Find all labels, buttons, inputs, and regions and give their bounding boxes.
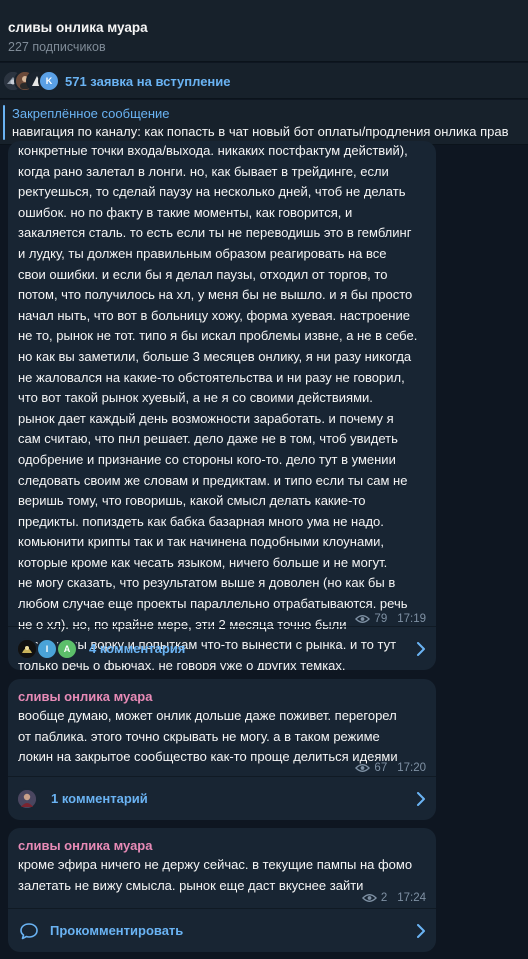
- post-meta: 67 17:20: [355, 762, 426, 774]
- comments-label: 4 комментария: [89, 641, 186, 656]
- channel-header[interactable]: сливы онлика муара 227 подписчиков: [0, 0, 528, 62]
- commenter-avatar: [16, 788, 38, 810]
- view-count: 2: [380, 892, 388, 904]
- views-icon: [355, 615, 371, 623]
- post-sender: сливы онлика муара: [18, 838, 153, 853]
- view-count: 67: [374, 762, 388, 774]
- comment-icon: [20, 923, 38, 940]
- leave-comment-button[interactable]: Прокомментировать: [8, 908, 436, 952]
- chevron-right-icon: [417, 792, 425, 806]
- join-requests-bar[interactable]: K 571 заявка на вступление: [0, 63, 528, 99]
- subscriber-count: 227 подписчиков: [8, 40, 106, 54]
- view-count: 79: [374, 613, 388, 625]
- comments-button[interactable]: 1 комментарий: [8, 776, 436, 820]
- chevron-right-icon: [417, 924, 425, 938]
- comments-label: Прокомментировать: [50, 923, 184, 938]
- post-text: кроме эфира ничего не держу сейчас. в те…: [18, 857, 413, 893]
- pinned-message[interactable]: Закреплённое сообщение навигация по кана…: [0, 100, 528, 145]
- avatar-letter: K: [38, 70, 60, 92]
- comments-label: 1 комментарий: [51, 791, 148, 806]
- post-text: вообще думаю, может онлик дольше даже по…: [18, 708, 398, 765]
- pinned-title: Закреплённое сообщение: [12, 106, 170, 121]
- comments-button[interactable]: I A 4 комментария: [8, 626, 436, 670]
- chevron-right-icon: [417, 642, 425, 656]
- channel-post: сливы онлика муара кроме эфира ничего не…: [8, 828, 436, 952]
- commenter-avatar-letter: I: [36, 638, 58, 660]
- post-meta: 2 17:24: [361, 892, 426, 904]
- commenter-avatar: [16, 638, 38, 660]
- views-icon: [361, 894, 377, 902]
- post-sender: сливы онлика муара: [18, 689, 153, 704]
- post-text: конкретные точки входа/выхода. никаких п…: [18, 143, 418, 670]
- join-requests-label: 571 заявка на вступление: [65, 74, 231, 89]
- post-time: 17:20: [397, 762, 426, 774]
- pinned-indicator: [3, 105, 5, 140]
- post-time: 17:19: [397, 613, 426, 625]
- views-icon: [355, 764, 371, 772]
- post-time: 17:24: [397, 892, 426, 904]
- commenter-avatar-letter: A: [56, 638, 78, 660]
- pinned-text: навигация по каналу: как попасть в чат н…: [12, 124, 509, 139]
- channel-post: конкретные точки входа/выхода. никаких п…: [8, 141, 436, 670]
- channel-post: сливы онлика муара вообще думаю, может о…: [8, 679, 436, 820]
- post-meta: 79 17:19: [355, 613, 426, 625]
- requester-avatars: K: [2, 70, 60, 92]
- channel-title: сливы онлика муара: [8, 20, 148, 35]
